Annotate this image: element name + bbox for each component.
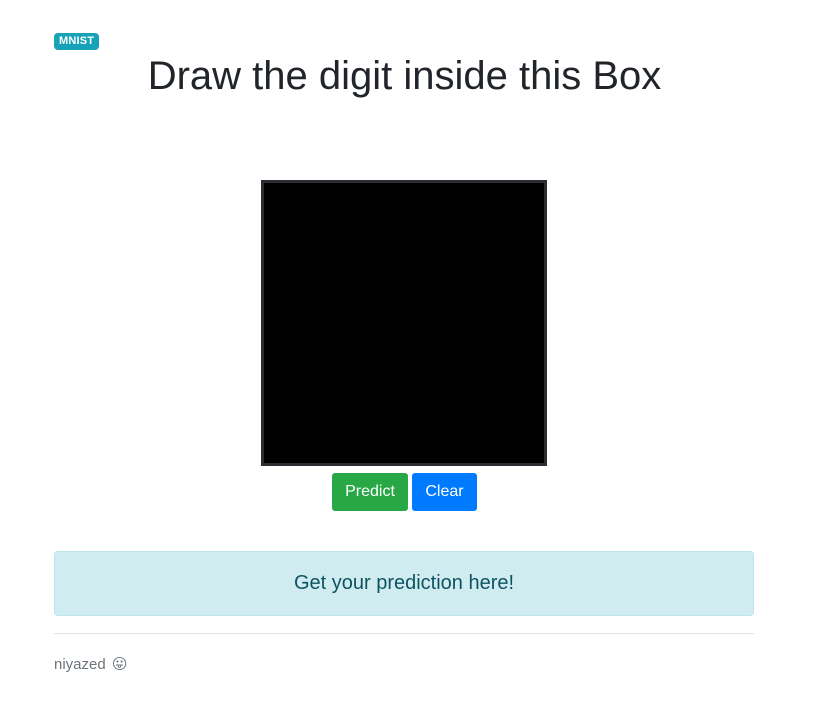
drawing-canvas[interactable] xyxy=(261,180,547,466)
mnist-badge: MNIST xyxy=(54,33,100,50)
divider xyxy=(54,633,754,634)
prediction-alert: Get your prediction here! xyxy=(54,551,754,616)
clear-button[interactable]: Clear xyxy=(412,473,477,511)
predict-button[interactable]: Predict xyxy=(332,473,408,511)
footer: niyazed 😛 xyxy=(54,655,128,674)
footer-author: niyazed xyxy=(54,656,106,673)
page: MNIST Draw the digit inside this Box Pre… xyxy=(0,0,819,712)
page-title: Draw the digit inside this Box xyxy=(147,54,662,98)
tongue-face-icon: 😛 xyxy=(111,655,128,673)
